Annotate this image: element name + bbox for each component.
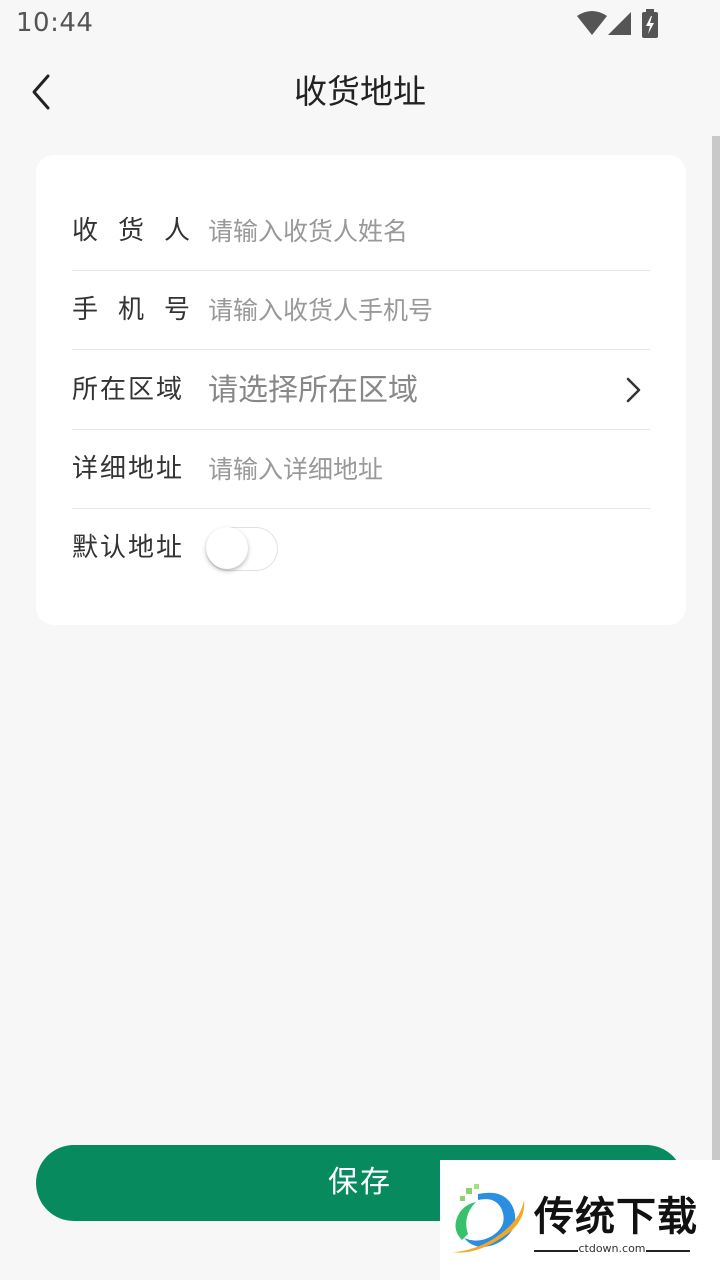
chevron-right-icon[interactable]	[618, 374, 648, 406]
watermark-title: 传统下载	[534, 1194, 698, 1240]
back-button[interactable]	[18, 68, 66, 116]
ctdown-logo-icon	[452, 1184, 525, 1253]
header: 收货地址	[0, 50, 720, 134]
phone-label: 手机号	[72, 295, 211, 325]
address-form-card: 收货人 手机号 所在区域 详细地址 默认地址	[36, 155, 686, 625]
region-select[interactable]	[208, 370, 608, 410]
receiver-label: 收货人	[72, 216, 211, 246]
signal-icon	[608, 12, 631, 35]
phone-input[interactable]	[208, 290, 608, 330]
region-row[interactable]: 所在区域	[72, 351, 650, 430]
detail-address-label: 详细地址	[72, 454, 185, 484]
wifi-icon	[577, 11, 607, 35]
scrollbar[interactable]	[712, 136, 720, 1160]
watermark-site: ctdown.com	[578, 1242, 646, 1255]
chevron-left-icon	[32, 74, 50, 110]
status-icons	[576, 9, 666, 40]
toggle-knob	[206, 527, 248, 569]
default-address-label: 默认地址	[72, 533, 185, 563]
detail-address-row: 详细地址	[72, 430, 650, 509]
status-time: 10:44	[16, 8, 94, 38]
default-address-row: 默认地址	[72, 509, 650, 587]
watermark-divider-right	[646, 1250, 690, 1252]
receiver-row: 收货人	[72, 192, 650, 271]
status-bar: 10:44	[0, 0, 720, 50]
detail-address-input[interactable]	[208, 449, 608, 489]
receiver-name-input[interactable]	[208, 211, 608, 251]
page-title: 收货地址	[294, 72, 426, 111]
phone-row: 手机号	[72, 271, 650, 350]
watermark: 传统下载 ctdown.com	[440, 1160, 720, 1280]
region-label: 所在区域	[72, 375, 185, 405]
default-address-toggle[interactable]	[206, 527, 278, 571]
battery-charging-icon	[642, 9, 658, 38]
